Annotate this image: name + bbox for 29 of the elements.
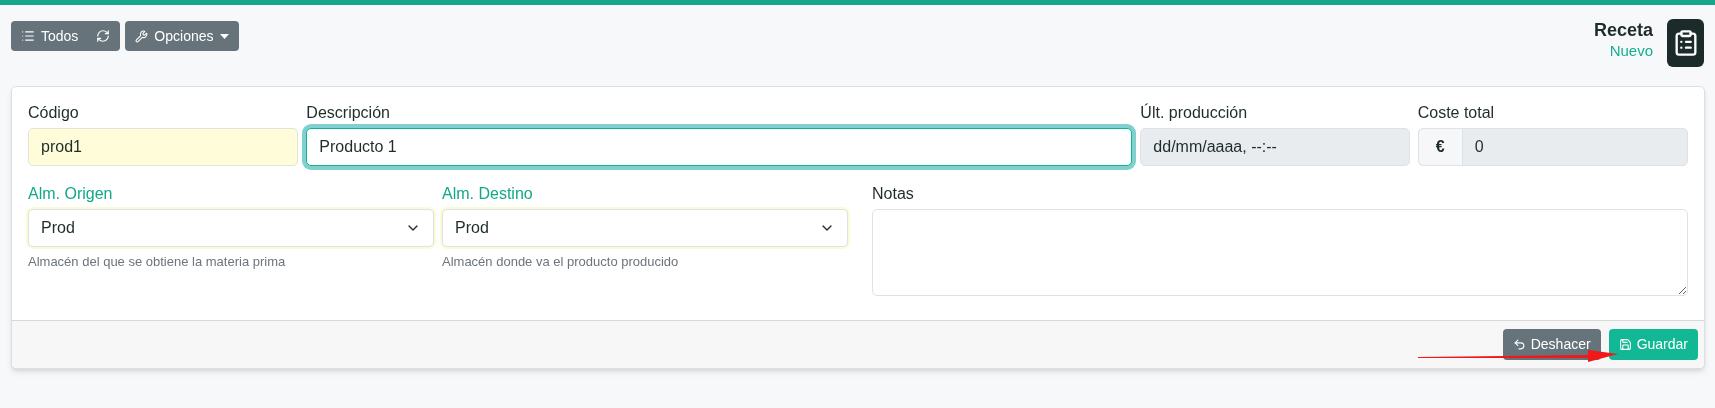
help-text: Almacén del que se obtiene la materia prima bbox=[28, 253, 287, 271]
currency-symbol: € bbox=[1418, 129, 1463, 165]
field-label: Descripción bbox=[306, 103, 391, 123]
clipboard-list-icon bbox=[1667, 19, 1704, 67]
text-field[interactable]: prod1 bbox=[28, 128, 299, 166]
field-label: Código bbox=[28, 103, 80, 123]
notes-label: Notas bbox=[872, 184, 915, 204]
cost-field[interactable]: € 0 bbox=[1417, 128, 1688, 166]
undo-icon bbox=[1512, 338, 1526, 351]
text-field[interactable]: Producto 1 bbox=[306, 128, 1133, 166]
field-label: Coste total bbox=[1417, 103, 1496, 123]
cost-value: 0 bbox=[1473, 137, 1485, 157]
help-text: Almacén donde va el producto producido bbox=[442, 253, 680, 271]
list-button[interactable]: Todos bbox=[11, 21, 121, 51]
notes-field[interactable] bbox=[872, 209, 1688, 296]
page-title: Receta bbox=[1593, 19, 1653, 42]
wrench-icon bbox=[135, 29, 149, 43]
record-status: Nuevo bbox=[1609, 41, 1653, 61]
select-label: Alm. Origen bbox=[28, 184, 114, 204]
save-icon bbox=[1618, 338, 1632, 351]
list-icon bbox=[21, 29, 35, 43]
warehouse-select[interactable]: Prod bbox=[28, 209, 434, 247]
options-button[interactable]: Opciones bbox=[125, 21, 239, 51]
select-label: Alm. Destino bbox=[442, 184, 534, 204]
caret-icon bbox=[219, 33, 229, 39]
field-label: Últ. producción bbox=[1140, 102, 1249, 123]
warehouse-select[interactable]: Prod bbox=[442, 209, 848, 247]
refresh-icon bbox=[96, 29, 111, 43]
date-field[interactable]: dd/mm/aaaa, --:-- bbox=[1140, 128, 1410, 166]
